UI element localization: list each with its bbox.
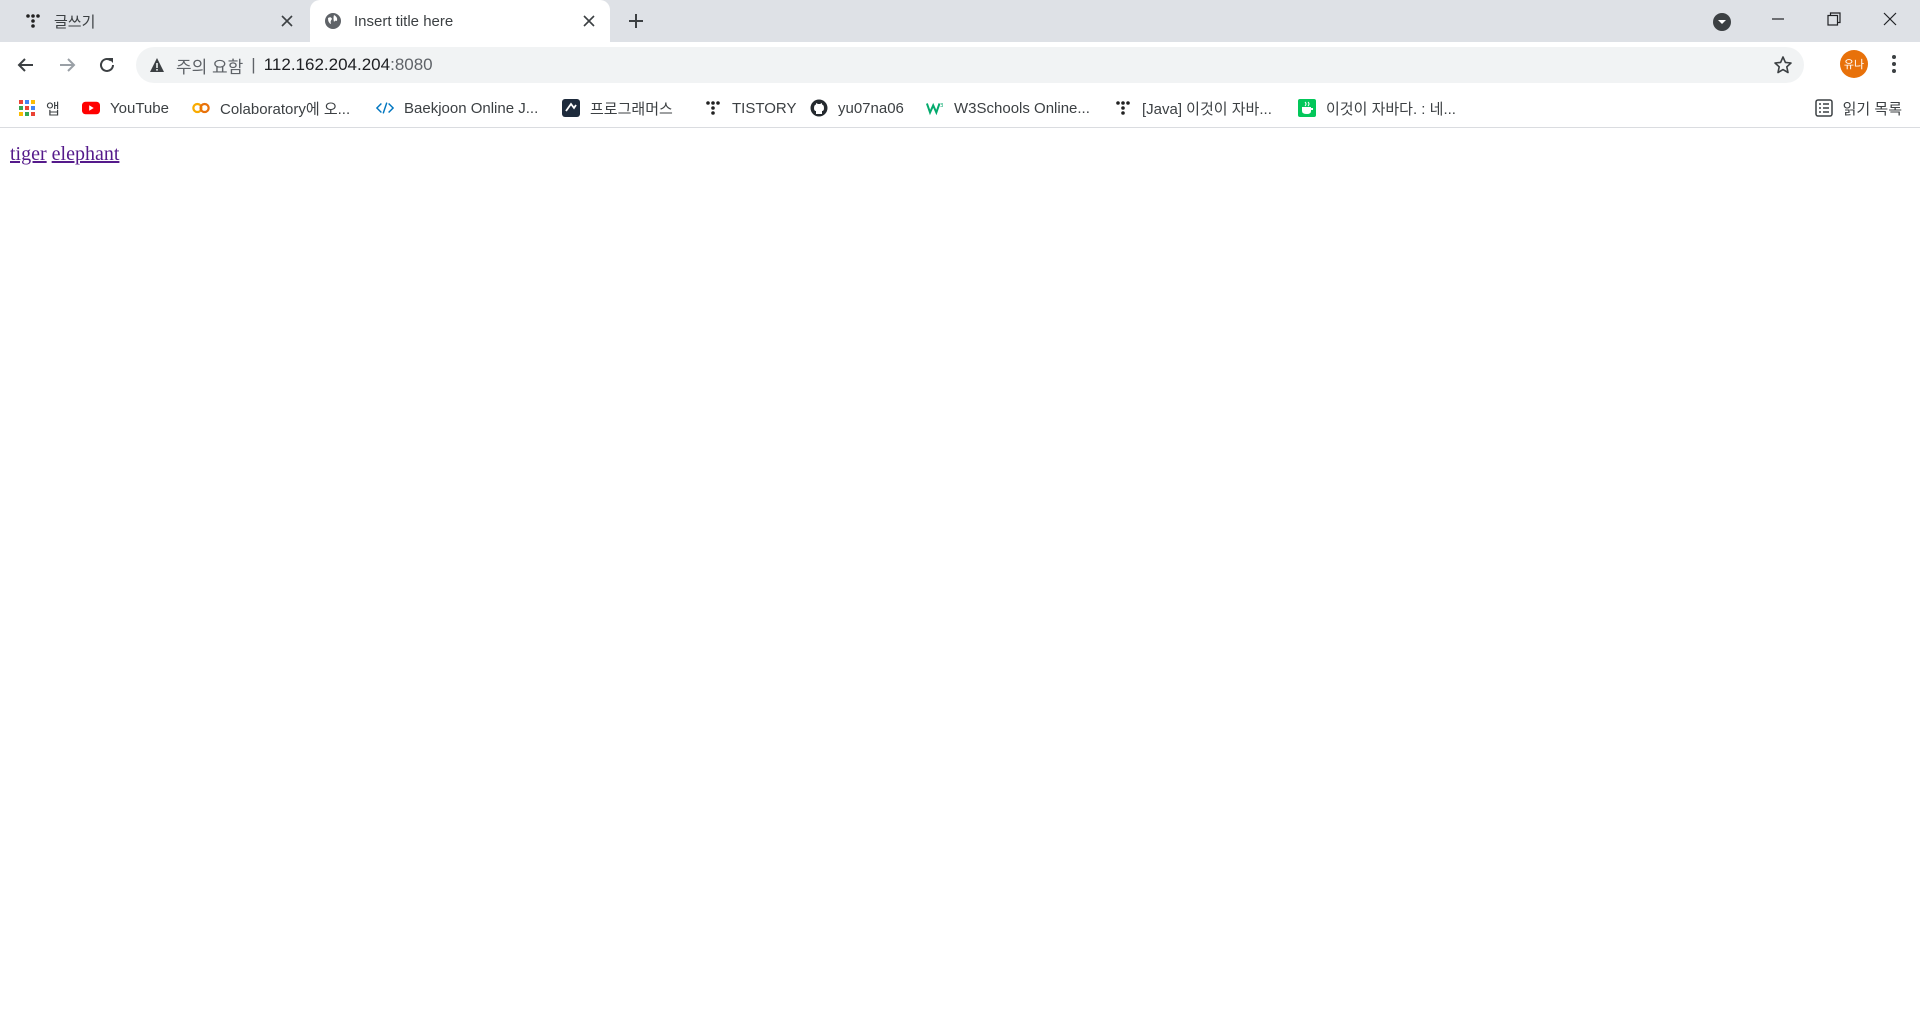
minimize-icon: [1772, 18, 1784, 20]
bookmark-label: Baekjoon Online J...: [404, 99, 539, 117]
bookmark-tistory[interactable]: TISTORY: [704, 94, 796, 122]
reload-button[interactable]: [91, 49, 123, 81]
bookmark-label: 앱: [46, 100, 60, 118]
reading-list-button[interactable]: 읽기 목록: [1814, 94, 1902, 122]
reading-list-label: 읽기 목록: [1842, 100, 1902, 118]
bookmark-label: [Java] 이것이 자바...: [1142, 100, 1272, 118]
arrow-left-icon: [17, 58, 33, 72]
tistory-icon: [704, 99, 722, 117]
bookmark-youtube[interactable]: YouTube: [82, 94, 169, 122]
link-list: tiger elephant: [10, 143, 119, 166]
plus-icon: [629, 14, 643, 28]
bookmark-label: Colaboratory에 오...: [220, 100, 351, 118]
security-label[interactable]: 주의 요함: [176, 53, 243, 78]
bookmark-naver-cafe[interactable]: 이것이 자바다. : 네...: [1298, 94, 1456, 122]
bookmark-label: yu07na06: [838, 99, 904, 117]
youtube-icon: [82, 99, 100, 117]
tab-search-button[interactable]: [1710, 10, 1734, 34]
browser-toolbar: 주의 요함 | 112.162.204.204:8080 유나: [0, 42, 1920, 88]
url-port[interactable]: :8080: [390, 55, 433, 75]
bookmark-star-icon[interactable]: [1772, 54, 1794, 76]
bookmark-label: YouTube: [110, 99, 169, 117]
close-window-button[interactable]: [1862, 0, 1918, 38]
bookmark-apps[interactable]: 앱: [18, 94, 60, 122]
bookmark-colab[interactable]: Colaboratory에 오...: [192, 94, 350, 122]
link-tiger[interactable]: tiger: [10, 143, 47, 165]
colab-icon: [192, 99, 210, 117]
programmers-icon: [562, 99, 580, 117]
restore-button[interactable]: [1806, 0, 1862, 38]
tistory-icon: [24, 12, 42, 30]
svg-text:3: 3: [940, 103, 943, 109]
forward-button[interactable]: [51, 49, 83, 81]
bookmark-label: W3Schools Online...: [954, 99, 1090, 117]
bookmark-label: 이것이 자바다. : 네...: [1326, 100, 1456, 118]
reload-icon: [100, 57, 114, 72]
link-elephant[interactable]: elephant: [52, 143, 120, 165]
kebab-menu-icon: [1892, 55, 1896, 73]
close-icon: [1883, 12, 1897, 26]
globe-icon: [324, 12, 342, 30]
warning-icon[interactable]: [148, 56, 166, 74]
url-host[interactable]: 112.162.204.204: [264, 55, 390, 75]
bookmarks-bar: 앱 YouTube Colaboratory에 오... Baekjoon On…: [0, 88, 1920, 128]
profile-avatar[interactable]: 유나: [1840, 50, 1868, 78]
github-icon: [810, 99, 828, 117]
bookmark-label: 프로그래머스: [590, 100, 673, 118]
page-content: tiger elephant: [0, 129, 1920, 1030]
security-separator: |: [251, 55, 256, 74]
minimize-button[interactable]: [1750, 0, 1806, 38]
tab-title: Insert title here: [354, 12, 454, 30]
tab-strip: 글쓰기 Insert title here: [0, 0, 1920, 42]
bookmark-label: TISTORY: [732, 99, 797, 117]
apps-grid-icon: [18, 99, 36, 117]
bookmark-github[interactable]: yu07na06: [810, 94, 904, 122]
tab-title: 글쓰기: [54, 13, 96, 31]
baekjoon-icon: [376, 99, 394, 117]
bookmark-java-tistory[interactable]: [Java] 이것이 자바...: [1114, 94, 1272, 122]
tistory-icon: [1114, 99, 1132, 117]
close-tab-icon[interactable]: [276, 10, 298, 32]
arrow-right-icon: [60, 58, 76, 72]
bookmark-w3schools[interactable]: 3 W3Schools Online...: [926, 94, 1090, 122]
reading-list-icon: [1814, 99, 1833, 117]
more-menu-button[interactable]: [1880, 50, 1908, 78]
w3schools-icon: 3: [926, 99, 944, 117]
tab-active[interactable]: Insert title here: [310, 0, 610, 42]
tab-inactive[interactable]: 글쓰기: [0, 0, 308, 42]
new-tab-button[interactable]: [622, 9, 650, 33]
close-tab-icon[interactable]: [578, 10, 600, 32]
chevron-down-circle-icon: [1713, 13, 1731, 31]
naver-cafe-icon: [1298, 99, 1316, 117]
restore-icon: [1827, 12, 1841, 26]
back-button[interactable]: [10, 49, 42, 81]
bookmark-baekjoon[interactable]: Baekjoon Online J...: [376, 94, 538, 122]
bookmark-programmers[interactable]: 프로그래머스: [562, 94, 673, 122]
address-bar[interactable]: 주의 요함 | 112.162.204.204:8080: [136, 47, 1804, 83]
